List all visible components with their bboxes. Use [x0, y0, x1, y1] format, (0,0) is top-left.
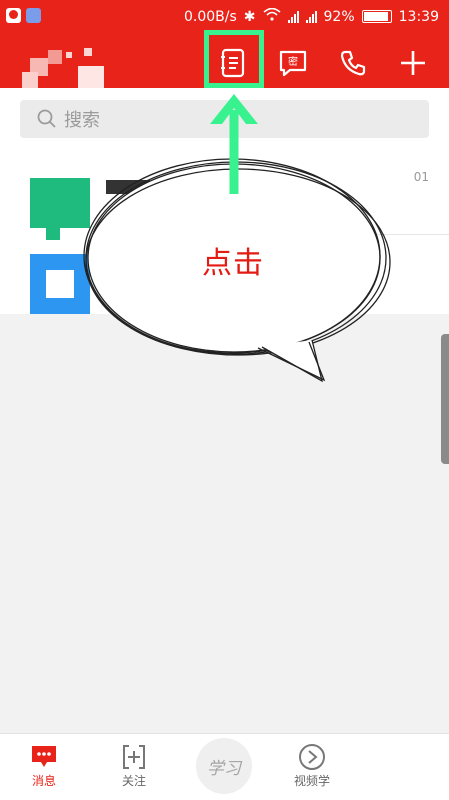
follow-icon: [123, 745, 145, 769]
nav-video-label: 视频学: [293, 774, 330, 788]
nav-messages-label: 消息: [31, 774, 56, 788]
bottom-nav: 消息 关注 学习 视频学: [0, 733, 449, 800]
highlight-box: [204, 30, 264, 88]
nav-follow-label: 关注: [121, 774, 146, 788]
annotation-overlay: [83, 94, 391, 383]
nav-follow[interactable]: 关注: [94, 742, 174, 789]
study-logo[interactable]: 学习: [196, 738, 252, 794]
nav-video[interactable]: 视频学: [272, 742, 352, 789]
play-icon: [299, 744, 325, 770]
message-icon: [32, 746, 56, 767]
scroll-handle[interactable]: [441, 334, 449, 464]
annotation-text: 点击: [202, 246, 264, 281]
nav-messages[interactable]: 消息: [4, 742, 84, 789]
study-logo-text: 学习: [207, 758, 241, 779]
